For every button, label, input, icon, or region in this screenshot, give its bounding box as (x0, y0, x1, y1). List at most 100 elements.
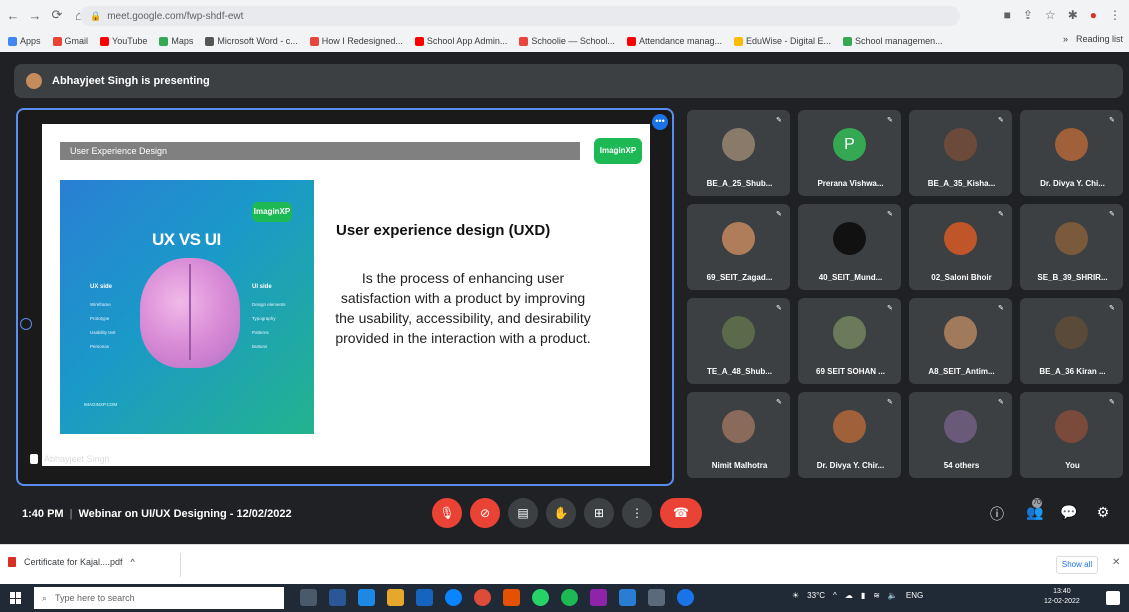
mic-muted-icon: ✎ (887, 117, 893, 124)
bookmark-item[interactable]: Maps (159, 36, 193, 46)
camera-off-button[interactable]: ⊘ (470, 498, 500, 528)
office-icon[interactable] (503, 589, 520, 606)
participant-tile[interactable]: ✎ TE_A_48_Shub... (687, 298, 790, 384)
participant-avatar (722, 410, 755, 443)
bookmark-item[interactable]: Microsoft Word - c... (205, 36, 298, 46)
extensions-icon[interactable]: ✱ (1068, 8, 1078, 22)
activities-icon[interactable]: ⚙ (1092, 504, 1114, 521)
bookmark-item[interactable]: YouTube (100, 36, 147, 46)
mic-off-button[interactable]: 🎙 (432, 498, 462, 528)
bookmark-icon (205, 36, 215, 46)
forward-icon[interactable]: → (26, 8, 44, 23)
bookmark-label: EduWise - Digital E... (746, 36, 832, 46)
mic-muted-icon: ✎ (887, 211, 893, 218)
participant-tile[interactable]: ✎ BE_A_36 Kiran ... (1020, 298, 1123, 384)
clock-time: 13:40 (1053, 588, 1071, 595)
participant-tile[interactable]: ✎ SE_B_39_SHRIR... (1020, 204, 1123, 290)
profile-icon[interactable]: ● (1090, 8, 1097, 22)
language-indicator[interactable]: ENG (906, 591, 923, 600)
store-icon[interactable] (358, 589, 375, 606)
participant-name: Dr. Divya Y. Chi... (1040, 179, 1105, 188)
file-explorer-icon[interactable] (387, 589, 404, 606)
present-button[interactable]: ⊞ (584, 498, 614, 528)
side-handle-icon[interactable] (20, 318, 32, 330)
participant-tile[interactable]: ✎ A8_SEIT_Antim... (909, 298, 1012, 384)
camera-blocked-icon[interactable]: ■ (1004, 8, 1011, 22)
widgets-icon[interactable] (329, 589, 346, 606)
task-view-icon[interactable] (300, 589, 317, 606)
participant-tile[interactable]: ✎ P Prerana Vishwa... (798, 110, 901, 196)
windows-start-icon[interactable] (10, 592, 22, 604)
settings-icon[interactable] (648, 589, 665, 606)
volume-icon[interactable]: 🔈 (888, 591, 898, 600)
pin-icon[interactable] (30, 454, 38, 464)
mic-muted-icon: ✎ (887, 305, 893, 312)
bookmark-icon (843, 36, 853, 46)
wifi-icon[interactable]: ≋ (873, 591, 880, 600)
participant-tile[interactable]: ✎ Dr. Divya Y. Chi... (1020, 110, 1123, 196)
participant-name: 02_Saloni Bhoir (931, 273, 992, 282)
word-icon[interactable] (619, 589, 636, 606)
reload-icon[interactable]: ⟳ (48, 7, 66, 23)
bookmark-item[interactable]: How I Redesigned... (309, 36, 403, 46)
app-icon[interactable] (590, 589, 607, 606)
ui-item: Typography (252, 316, 276, 321)
participant-tile[interactable]: ✎ 40_SEIT_Mund... (798, 204, 901, 290)
whatsapp-icon[interactable] (532, 589, 549, 606)
chrome-icon[interactable] (474, 589, 491, 606)
bookmark-item[interactable]: Apps (8, 36, 41, 46)
participant-tile[interactable]: ✎ 02_Saloni Bhoir (909, 204, 1012, 290)
chat-icon[interactable]: 💬 (1058, 504, 1080, 521)
presentation-tile[interactable]: ••• User Experience Design ImaginXP Imag… (16, 108, 674, 486)
raise-hand-button[interactable]: ✋ (546, 498, 576, 528)
browser-icon[interactable] (677, 589, 694, 606)
participant-tile[interactable]: ✎ 69_SEIT_Zagad... (687, 204, 790, 290)
taskbar-clock[interactable]: 13:40 12-02-2022 (1044, 587, 1080, 607)
cloud-icon[interactable]: ☁ (845, 591, 853, 600)
bookmark-item[interactable]: EduWise - Digital E... (734, 36, 831, 46)
share-icon[interactable]: ⇪ (1023, 8, 1033, 22)
chevron-up-icon[interactable]: ^ (131, 557, 135, 567)
close-icon[interactable]: ✕ (1112, 557, 1120, 568)
more-options-button[interactable]: ⋮ (622, 498, 652, 528)
chevron-up-icon[interactable]: ^ (833, 591, 837, 600)
notifications-icon[interactable] (1106, 591, 1120, 605)
participant-tile[interactable]: ✎ BE_A_35_Kisha... (909, 110, 1012, 196)
bookmark-item[interactable]: Gmail (52, 36, 88, 46)
info-icon[interactable]: ⓘ (986, 504, 1008, 524)
participant-tile[interactable]: ✎ Nimit Malhotra (687, 392, 790, 478)
captions-button[interactable]: ▤ (508, 498, 538, 528)
participant-tile[interactable]: ✎ You (1020, 392, 1123, 478)
menu-icon[interactable]: ⋮ (1109, 8, 1121, 22)
more-bookmarks-icon[interactable]: » (1063, 34, 1068, 44)
bookmark-item[interactable]: Attendance manag... (626, 36, 722, 46)
participant-tile[interactable]: ✎ 69 SEIT SOHAN ... (798, 298, 901, 384)
bookmark-item[interactable]: Schoolie — School... (519, 36, 615, 46)
weather-temp[interactable]: 33°C (807, 591, 825, 600)
more-options-icon[interactable]: ••• (652, 114, 668, 130)
battery-icon[interactable]: ▮ (861, 591, 865, 600)
mic-muted-icon: ✎ (1109, 399, 1115, 406)
download-item[interactable]: Certificate for Kajal....pdf ^ (8, 557, 135, 567)
end-call-button[interactable]: ☎ (660, 498, 702, 528)
bookmark-item[interactable]: School managemen... (843, 36, 943, 46)
ui-item: Design elements (252, 302, 286, 307)
address-bar[interactable]: 🔒 meet.google.com/fwp-shdf-ewt (80, 6, 960, 26)
reading-list[interactable]: Reading list (1076, 34, 1123, 44)
participant-name: Prerana Vishwa... (817, 179, 884, 188)
mic-muted-icon: ✎ (998, 211, 1004, 218)
mail-icon[interactable] (416, 589, 433, 606)
participant-tile[interactable]: ✎ 54 others (909, 392, 1012, 478)
edge-icon[interactable] (445, 589, 462, 606)
spotify-icon[interactable] (561, 589, 578, 606)
people-icon[interactable]: 👥 70 (1024, 498, 1046, 521)
weather-icon[interactable]: ☀ (792, 591, 799, 600)
back-icon[interactable]: ← (4, 8, 22, 23)
participant-tile[interactable]: ✎ BE_A_25_Shub... (687, 110, 790, 196)
bookmark-label: Apps (20, 36, 41, 46)
bookmark-item[interactable]: School App Admin... (414, 36, 507, 46)
taskbar-search[interactable]: ⌕ Type here to search (34, 587, 284, 609)
show-all-button[interactable]: Show all (1056, 556, 1098, 574)
star-icon[interactable]: ☆ (1045, 8, 1056, 22)
participant-tile[interactable]: ✎ Dr. Divya Y. Chir... (798, 392, 901, 478)
